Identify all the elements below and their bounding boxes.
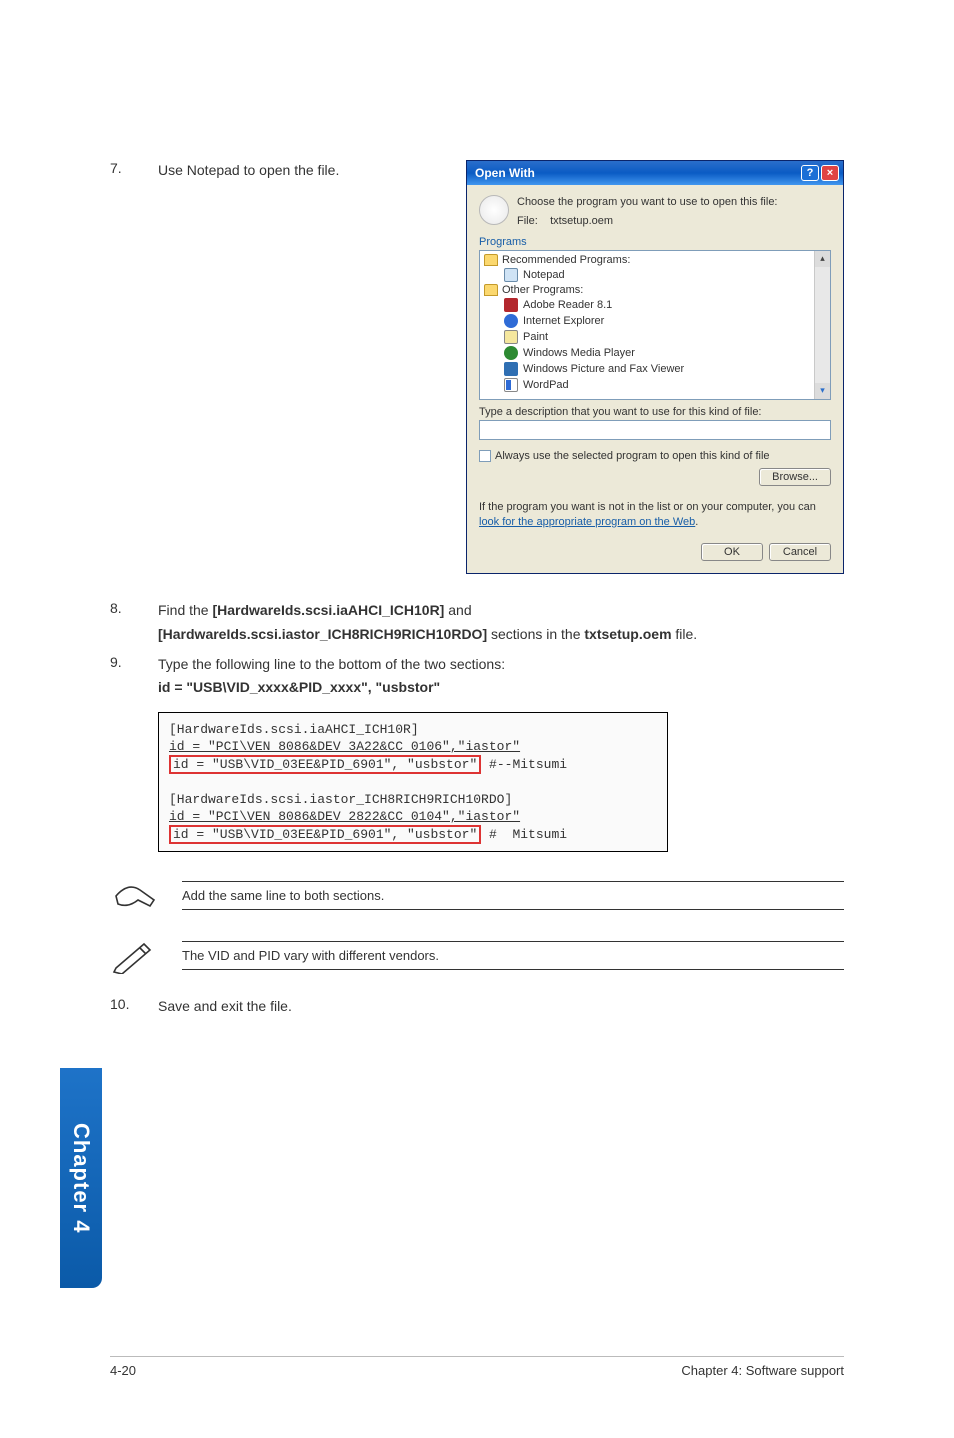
step8-text: Find the [HardwareIds.scsi.iaAHCI_ICH10R… — [158, 600, 844, 644]
description-input[interactable] — [479, 420, 831, 440]
file-label: File: — [517, 214, 547, 229]
close-button[interactable]: × — [821, 165, 839, 181]
open-with-dialog: Open With ? × Choose the program you wan… — [466, 160, 844, 574]
program-adobe[interactable]: Adobe Reader 8.1 — [482, 297, 828, 313]
step-number: 9. — [110, 654, 158, 698]
fax-icon — [504, 362, 518, 376]
pencil-icon — [110, 936, 158, 974]
step10-text: Save and exit the file. — [158, 996, 844, 1016]
dialog-title: Open With — [475, 166, 799, 180]
program-notepad[interactable]: Notepad — [482, 267, 828, 283]
program-wmp[interactable]: Windows Media Player — [482, 345, 828, 361]
programs-label: Programs — [479, 236, 831, 248]
scrollbar[interactable]: ▴ ▾ — [814, 251, 830, 399]
dialog-titlebar: Open With ? × — [467, 161, 843, 185]
scroll-down-icon[interactable]: ▾ — [815, 383, 830, 399]
always-label: Always use the selected program to open … — [495, 450, 770, 462]
cancel-button[interactable]: Cancel — [769, 543, 831, 561]
ie-icon — [504, 314, 518, 328]
step-number: 7. — [110, 160, 158, 176]
help-button[interactable]: ? — [801, 165, 819, 181]
always-checkbox[interactable] — [479, 450, 491, 462]
code-snippet: [HardwareIds.scsi.iaAHCI_ICH10R] id = "P… — [158, 712, 668, 853]
folder-icon — [484, 284, 498, 296]
other-group: Other Programs: — [482, 283, 828, 297]
ok-button[interactable]: OK — [701, 543, 763, 561]
step-number: 10. — [110, 996, 158, 1016]
programs-listbox[interactable]: Recommended Programs: Notepad Other Prog… — [479, 250, 831, 400]
scroll-up-icon[interactable]: ▴ — [815, 251, 830, 267]
note-same-line: Add the same line to both sections. — [182, 882, 844, 909]
file-name: txtsetup.oem — [550, 215, 613, 227]
chapter-tab: Chapter 4 — [60, 1068, 102, 1288]
note-divider — [182, 909, 844, 910]
wmp-icon — [504, 346, 518, 360]
dialog-choose-text: Choose the program you want to use to op… — [517, 195, 778, 230]
paint-icon — [504, 330, 518, 344]
note-vid-pid: The VID and PID vary with different vend… — [182, 942, 844, 969]
recommended-group: Recommended Programs: — [482, 253, 828, 267]
wordpad-icon — [504, 378, 518, 392]
folder-icon — [484, 254, 498, 266]
pointing-hand-icon — [110, 876, 158, 914]
note-divider — [182, 969, 844, 970]
description-label: Type a description that you want to use … — [479, 406, 831, 418]
step7-text: Use Notepad to open the file. — [158, 160, 458, 180]
notepad-icon — [504, 268, 518, 282]
web-lookup-note: If the program you want is not in the li… — [479, 500, 831, 530]
program-paint[interactable]: Paint — [482, 329, 828, 345]
program-fax[interactable]: Windows Picture and Fax Viewer — [482, 361, 828, 377]
browse-button[interactable]: Browse... — [759, 468, 831, 486]
program-ie[interactable]: Internet Explorer — [482, 313, 828, 329]
page-number: 4-20 — [110, 1363, 136, 1378]
program-wordpad[interactable]: WordPad — [482, 377, 828, 393]
step-number: 8. — [110, 600, 158, 644]
adobe-icon — [504, 298, 518, 312]
magnifier-icon — [479, 195, 509, 225]
footer-title: Chapter 4: Software support — [681, 1363, 844, 1378]
step9-text: Type the following line to the bottom of… — [158, 654, 844, 698]
web-lookup-link[interactable]: look for the appropriate program on the … — [479, 516, 695, 528]
